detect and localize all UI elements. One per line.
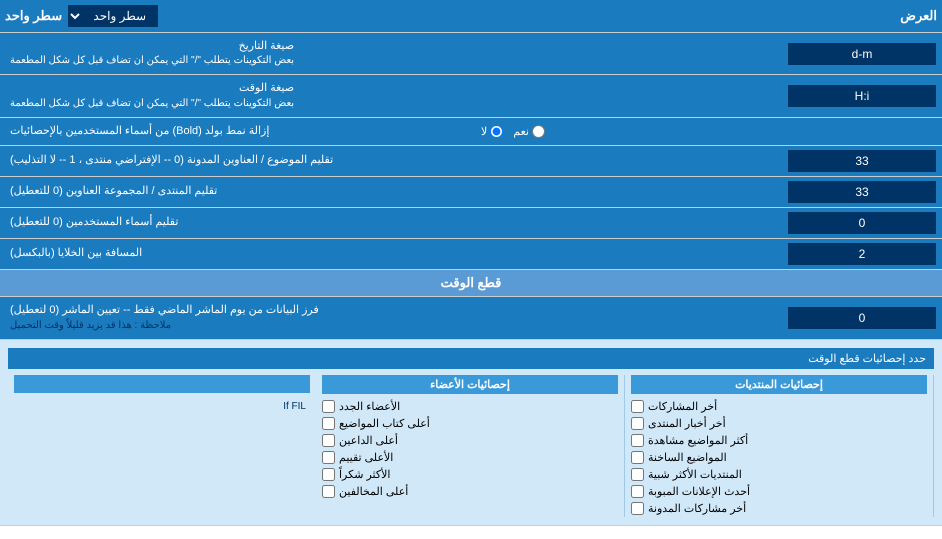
bold-remove-label: إزالة نمط بولد (Bold) من أسماء المستخدمي… (0, 118, 471, 145)
time-format-sublabel: بعض التكوينات يتطلب "/" التي يمكن ان تضا… (10, 97, 294, 111)
bold-remove-row: نعم لا إزالة نمط بولد (Bold) من أسماء ال… (0, 118, 942, 146)
freeze-section-header: قطع الوقت (0, 270, 942, 297)
stats-section: حدد إحصائيات قطع الوقت إحصائيات المنتديا… (0, 340, 942, 526)
cell-distance-row: المسافة بين الخلايا (بالبكسل) (0, 239, 942, 270)
radio-yes[interactable] (532, 125, 545, 138)
topic-address-label: تقليم الموضوع / العناوين المدونة (0 -- ا… (0, 146, 782, 176)
date-format-row: صيغة التاريخ بعض التكوينات يتطلب "/" الت… (0, 33, 942, 75)
list-item: الأعضاء الجدد (322, 398, 618, 415)
topic-address-input-cell (782, 146, 942, 176)
checkbox-popular-forums[interactable] (631, 468, 644, 481)
display-header: العرض سطر واحد سطرين ثلاثة أسطر سطر واحد (0, 0, 942, 33)
if-fil-text: If FIL (14, 397, 310, 416)
radio-no[interactable] (490, 125, 503, 138)
checkbox-top-rated[interactable] (322, 451, 335, 464)
time-format-row: صيغة الوقت بعض التكوينات يتطلب "/" التي … (0, 75, 942, 117)
freeze-label-cell: فرز البيانات من يوم الماشر الماضي فقط --… (0, 297, 782, 338)
radio-no-label: لا (481, 125, 503, 138)
users-names-input[interactable] (788, 212, 936, 234)
forum-address-input-cell (782, 177, 942, 207)
checkbox-forum-news[interactable] (631, 417, 644, 430)
time-format-label-cell: صيغة الوقت بعض التكوينات يتطلب "/" التي … (0, 75, 782, 116)
checkbox-last-posts[interactable] (631, 400, 644, 413)
list-item: أعلى كتاب المواضيع (322, 415, 618, 432)
forum-address-label: تقليم المنتدى / المجموعة العناوين (0 للت… (0, 177, 782, 207)
list-item: الأكثر شكراً (322, 466, 618, 483)
checkbox-top-violators[interactable] (322, 485, 335, 498)
stats-header-label: حدد إحصائيات قطع الوقت (808, 353, 926, 365)
list-item: المنتديات الأكثر شبية (631, 466, 927, 483)
checkbox-new-members[interactable] (322, 400, 335, 413)
freeze-input[interactable] (788, 307, 936, 329)
list-item: أعلى الداعين (322, 432, 618, 449)
checkbox-top-posters[interactable] (322, 417, 335, 430)
list-item: أكثر المواضيع مشاهدة (631, 432, 927, 449)
checkbox-hot-topics[interactable] (631, 451, 644, 464)
date-format-label: صيغة التاريخ (239, 40, 294, 52)
checkbox-top-inviters[interactable] (322, 434, 335, 447)
extra-col: If FIL (8, 375, 316, 517)
forum-stats-header: إحصائيات المنتديات (631, 375, 927, 394)
list-item: أعلى المخالفين (322, 483, 618, 500)
checkbox-columns: إحصائيات المنتديات أخر المشاركات أخر أخب… (8, 375, 934, 517)
list-item: أخر أخبار المنتدى (631, 415, 927, 432)
cell-distance-input[interactable] (788, 243, 936, 265)
freeze-row: فرز البيانات من يوم الماشر الماضي فقط --… (0, 297, 942, 339)
time-format-input[interactable] (788, 85, 936, 107)
time-format-label: صيغة الوقت (239, 82, 294, 94)
freeze-note: ملاحظة : هذا قد يزيد قليلاً وقت التحميل (10, 319, 171, 333)
topic-address-row: تقليم الموضوع / العناوين المدونة (0 -- ا… (0, 146, 942, 177)
member-stats-col: إحصائيات الأعضاء الأعضاء الجدد أعلى كتاب… (316, 375, 625, 517)
checkbox-latest-ads[interactable] (631, 485, 644, 498)
date-format-input-cell (782, 33, 942, 74)
extra-col-header (14, 375, 310, 393)
forum-stats-col: إحصائيات المنتديات أخر المشاركات أخر أخب… (625, 375, 934, 517)
freeze-label: فرز البيانات من يوم الماشر الماضي فقط --… (10, 303, 319, 318)
forum-address-input[interactable] (788, 181, 936, 203)
time-format-input-cell (782, 75, 942, 116)
users-names-row: تقليم أسماء المستخدمين (0 للتعطيل) (0, 208, 942, 239)
list-item: أحدث الإعلانات المبوبة (631, 483, 927, 500)
cell-distance-label: المسافة بين الخلايا (بالبكسل) (0, 239, 782, 269)
freeze-header-label: قطع الوقت (441, 275, 502, 290)
users-names-input-cell (782, 208, 942, 238)
radio-yes-label: نعم (513, 125, 545, 138)
forum-address-row: تقليم المنتدى / المجموعة العناوين (0 للت… (0, 177, 942, 208)
date-format-sublabel: بعض التكوينات يتطلب "/" التي يمكن ان تضا… (10, 54, 294, 68)
checkbox-most-viewed[interactable] (631, 434, 644, 447)
freeze-input-cell (782, 297, 942, 338)
topic-address-input[interactable] (788, 150, 936, 172)
stats-header: حدد إحصائيات قطع الوقت (8, 348, 934, 369)
list-item: الأعلى تقييم (322, 449, 618, 466)
list-item: المواضيع الساخنة (631, 449, 927, 466)
date-format-label-cell: صيغة التاريخ بعض التكوينات يتطلب "/" الت… (0, 33, 782, 74)
date-format-input[interactable] (788, 43, 936, 65)
member-stats-header: إحصائيات الأعضاء (322, 375, 618, 394)
bold-radio-cell: نعم لا (471, 118, 942, 145)
users-names-label: تقليم أسماء المستخدمين (0 للتعطيل) (0, 208, 782, 238)
rows-dropdown[interactable]: سطر واحد سطرين ثلاثة أسطر (68, 5, 158, 27)
checkbox-blog-posts[interactable] (631, 502, 644, 515)
checkbox-most-thanked[interactable] (322, 468, 335, 481)
cell-distance-input-cell (782, 239, 942, 269)
dropdown-label: سطر واحد (5, 8, 62, 24)
header-label: العرض (900, 8, 937, 24)
list-item: أخر المشاركات (631, 398, 927, 415)
list-item: أخر مشاركات المدونة (631, 500, 927, 517)
